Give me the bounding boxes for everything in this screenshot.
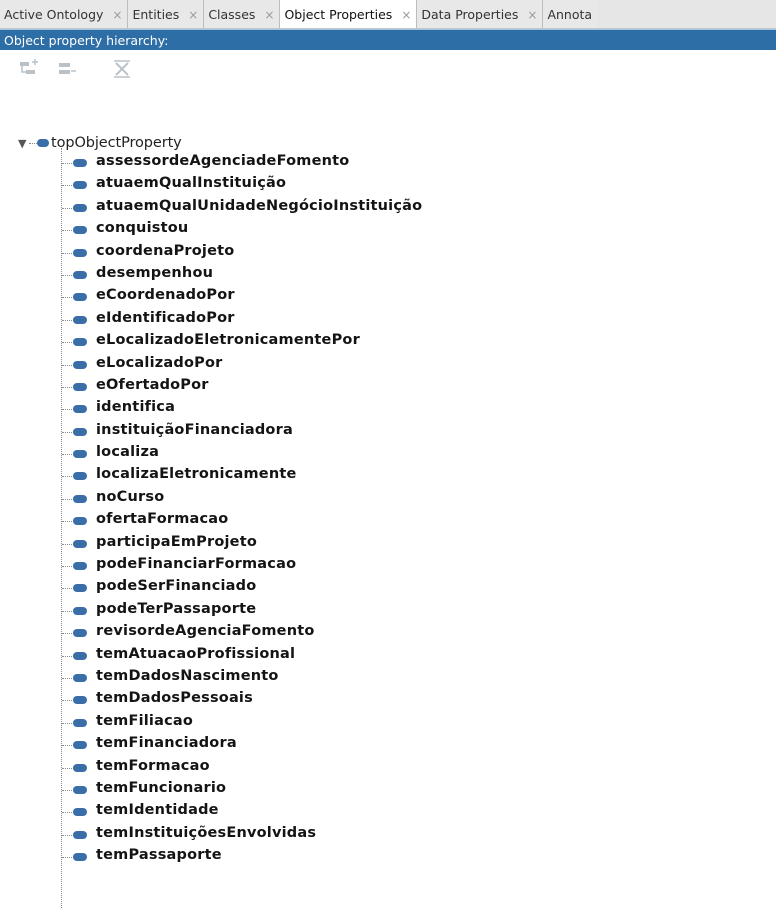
add-sibling-property-icon	[54, 58, 78, 80]
tree-item-label: desempenhou	[96, 264, 214, 281]
tab-data-properties[interactable]: Data Properties ×	[417, 0, 544, 28]
tree-item-label: temFinanciadora	[96, 735, 237, 752]
tree-item-label: eLocalizadoEletronicamentePor	[96, 332, 360, 349]
tab-label: Entities	[132, 7, 180, 22]
object-property-icon	[73, 763, 87, 772]
collapse-icon[interactable]: ▼	[18, 137, 28, 150]
tree-item-label: eIdentificadoPor	[96, 309, 235, 326]
tree-item-label: participaEmProjeto	[96, 533, 257, 550]
object-property-icon	[73, 808, 87, 817]
tree-root[interactable]: ▼ topObjectProperty	[18, 132, 182, 154]
tab-object-properties[interactable]: Object Properties ×	[280, 0, 418, 28]
tab-bar: Active Ontology × Entities × Classes × O…	[0, 0, 776, 29]
object-property-icon	[73, 696, 87, 705]
tree-item-label: temPassaporte	[96, 847, 222, 864]
tree-item-label: noCurso	[96, 488, 165, 505]
tree-item-label: atuaemQualInstituição	[96, 175, 287, 192]
close-icon[interactable]: ×	[401, 8, 411, 22]
object-property-icon	[73, 248, 87, 257]
view-title-bar: Object property hierarchy:	[0, 29, 776, 50]
object-property-icon	[73, 360, 87, 369]
delete-property-button[interactable]	[110, 58, 134, 80]
object-property-icon	[73, 584, 87, 593]
tree-item-label: temFuncionario	[96, 779, 227, 796]
tab-label: Annota	[547, 7, 593, 22]
object-property-icon	[73, 159, 87, 167]
object-property-icon	[73, 450, 87, 459]
tree-item-label: atuaemQualUnidadeNegócioInstituição	[96, 197, 423, 214]
tree-item-label: podeFinanciarFormacao	[96, 556, 297, 573]
object-property-icon	[73, 562, 87, 571]
tree-item-label: temFormacao	[96, 757, 210, 774]
object-property-icon	[73, 785, 87, 794]
object-property-icon	[73, 539, 87, 548]
tree-item-label: eLocalizadoPor	[96, 354, 223, 371]
tab-label: Active Ontology	[4, 7, 104, 22]
object-property-icon	[73, 517, 87, 526]
add-sub-property-button[interactable]	[17, 58, 41, 80]
object-property-icon	[73, 427, 87, 436]
close-icon[interactable]: ×	[264, 8, 274, 22]
add-sub-property-icon	[17, 58, 41, 80]
object-property-icon	[73, 651, 87, 660]
tree-item-label: coordenaProjeto	[96, 242, 235, 259]
close-icon[interactable]: ×	[527, 8, 537, 22]
tree-item-label: temDadosNascimento	[96, 667, 279, 684]
tree-item-label: conquistou	[96, 220, 189, 237]
tree-item-label: revisordeAgenciaFomento	[96, 623, 315, 640]
tab-entities[interactable]: Entities ×	[128, 0, 205, 28]
tree-item-label: assessordeAgenciadeFomento	[96, 153, 350, 169]
object-property-icon	[37, 139, 49, 147]
tab-label: Classes	[208, 7, 256, 22]
tab-classes[interactable]: Classes ×	[204, 0, 281, 28]
object-property-icon	[73, 718, 87, 727]
tree-item-label: localiza	[96, 444, 160, 461]
object-property-icon	[73, 405, 87, 414]
tree-item-label: temAtuacaoProfissional	[96, 645, 296, 662]
tree-item-label: podeTerPassaporte	[96, 600, 257, 617]
object-property-icon	[73, 673, 87, 682]
view-title: Object property hierarchy:	[4, 33, 169, 48]
object-property-icon	[73, 338, 87, 347]
tree-item-label: temInstituiçõesEnvolvidas	[96, 824, 317, 841]
delete-icon	[110, 58, 134, 80]
tab-label: Data Properties	[421, 7, 519, 22]
object-property-icon	[73, 606, 87, 615]
object-property-icon	[73, 315, 87, 324]
close-icon[interactable]: ×	[112, 8, 122, 22]
tree-item-label: temDadosPessoais	[96, 690, 253, 707]
tree-item-label: podeSerFinanciado	[96, 578, 257, 595]
object-property-icon	[73, 226, 87, 235]
toolbar	[0, 50, 776, 92]
tree-item-label: ofertaFormacao	[96, 511, 229, 528]
object-property-icon	[73, 741, 87, 750]
tree-item-label: eCoordenadoPor	[96, 287, 235, 304]
tab-annotation-properties[interactable]: Annota	[543, 0, 598, 28]
tree-root-label: topObjectProperty	[51, 135, 182, 151]
tree-item-label: identifica	[96, 399, 176, 416]
object-property-icon	[73, 203, 87, 212]
tree-item-label: temFiliacao	[96, 712, 194, 729]
object-property-icon	[73, 830, 87, 839]
object-property-icon	[73, 494, 87, 503]
tree-connector	[29, 142, 37, 144]
tree-connector-line	[61, 148, 62, 908]
close-icon[interactable]: ×	[188, 8, 198, 22]
tree-item-label: eOfertadoPor	[96, 376, 209, 393]
tab-label: Object Properties	[284, 7, 393, 22]
tree-item-label: localizaEletronicamente	[96, 466, 297, 483]
object-property-icon	[73, 270, 87, 279]
tree-item-label: temIdentidade	[96, 802, 219, 819]
object-property-icon	[73, 382, 87, 391]
add-sibling-property-button[interactable]	[54, 58, 78, 80]
tab-active-ontology[interactable]: Active Ontology ×	[0, 0, 129, 28]
object-property-icon	[73, 853, 87, 862]
tree-item-label: instituiçãoFinanciadora	[96, 421, 293, 438]
object-property-icon	[73, 293, 87, 302]
object-property-icon	[73, 181, 87, 190]
object-property-icon	[73, 629, 87, 638]
object-property-icon	[73, 472, 87, 481]
